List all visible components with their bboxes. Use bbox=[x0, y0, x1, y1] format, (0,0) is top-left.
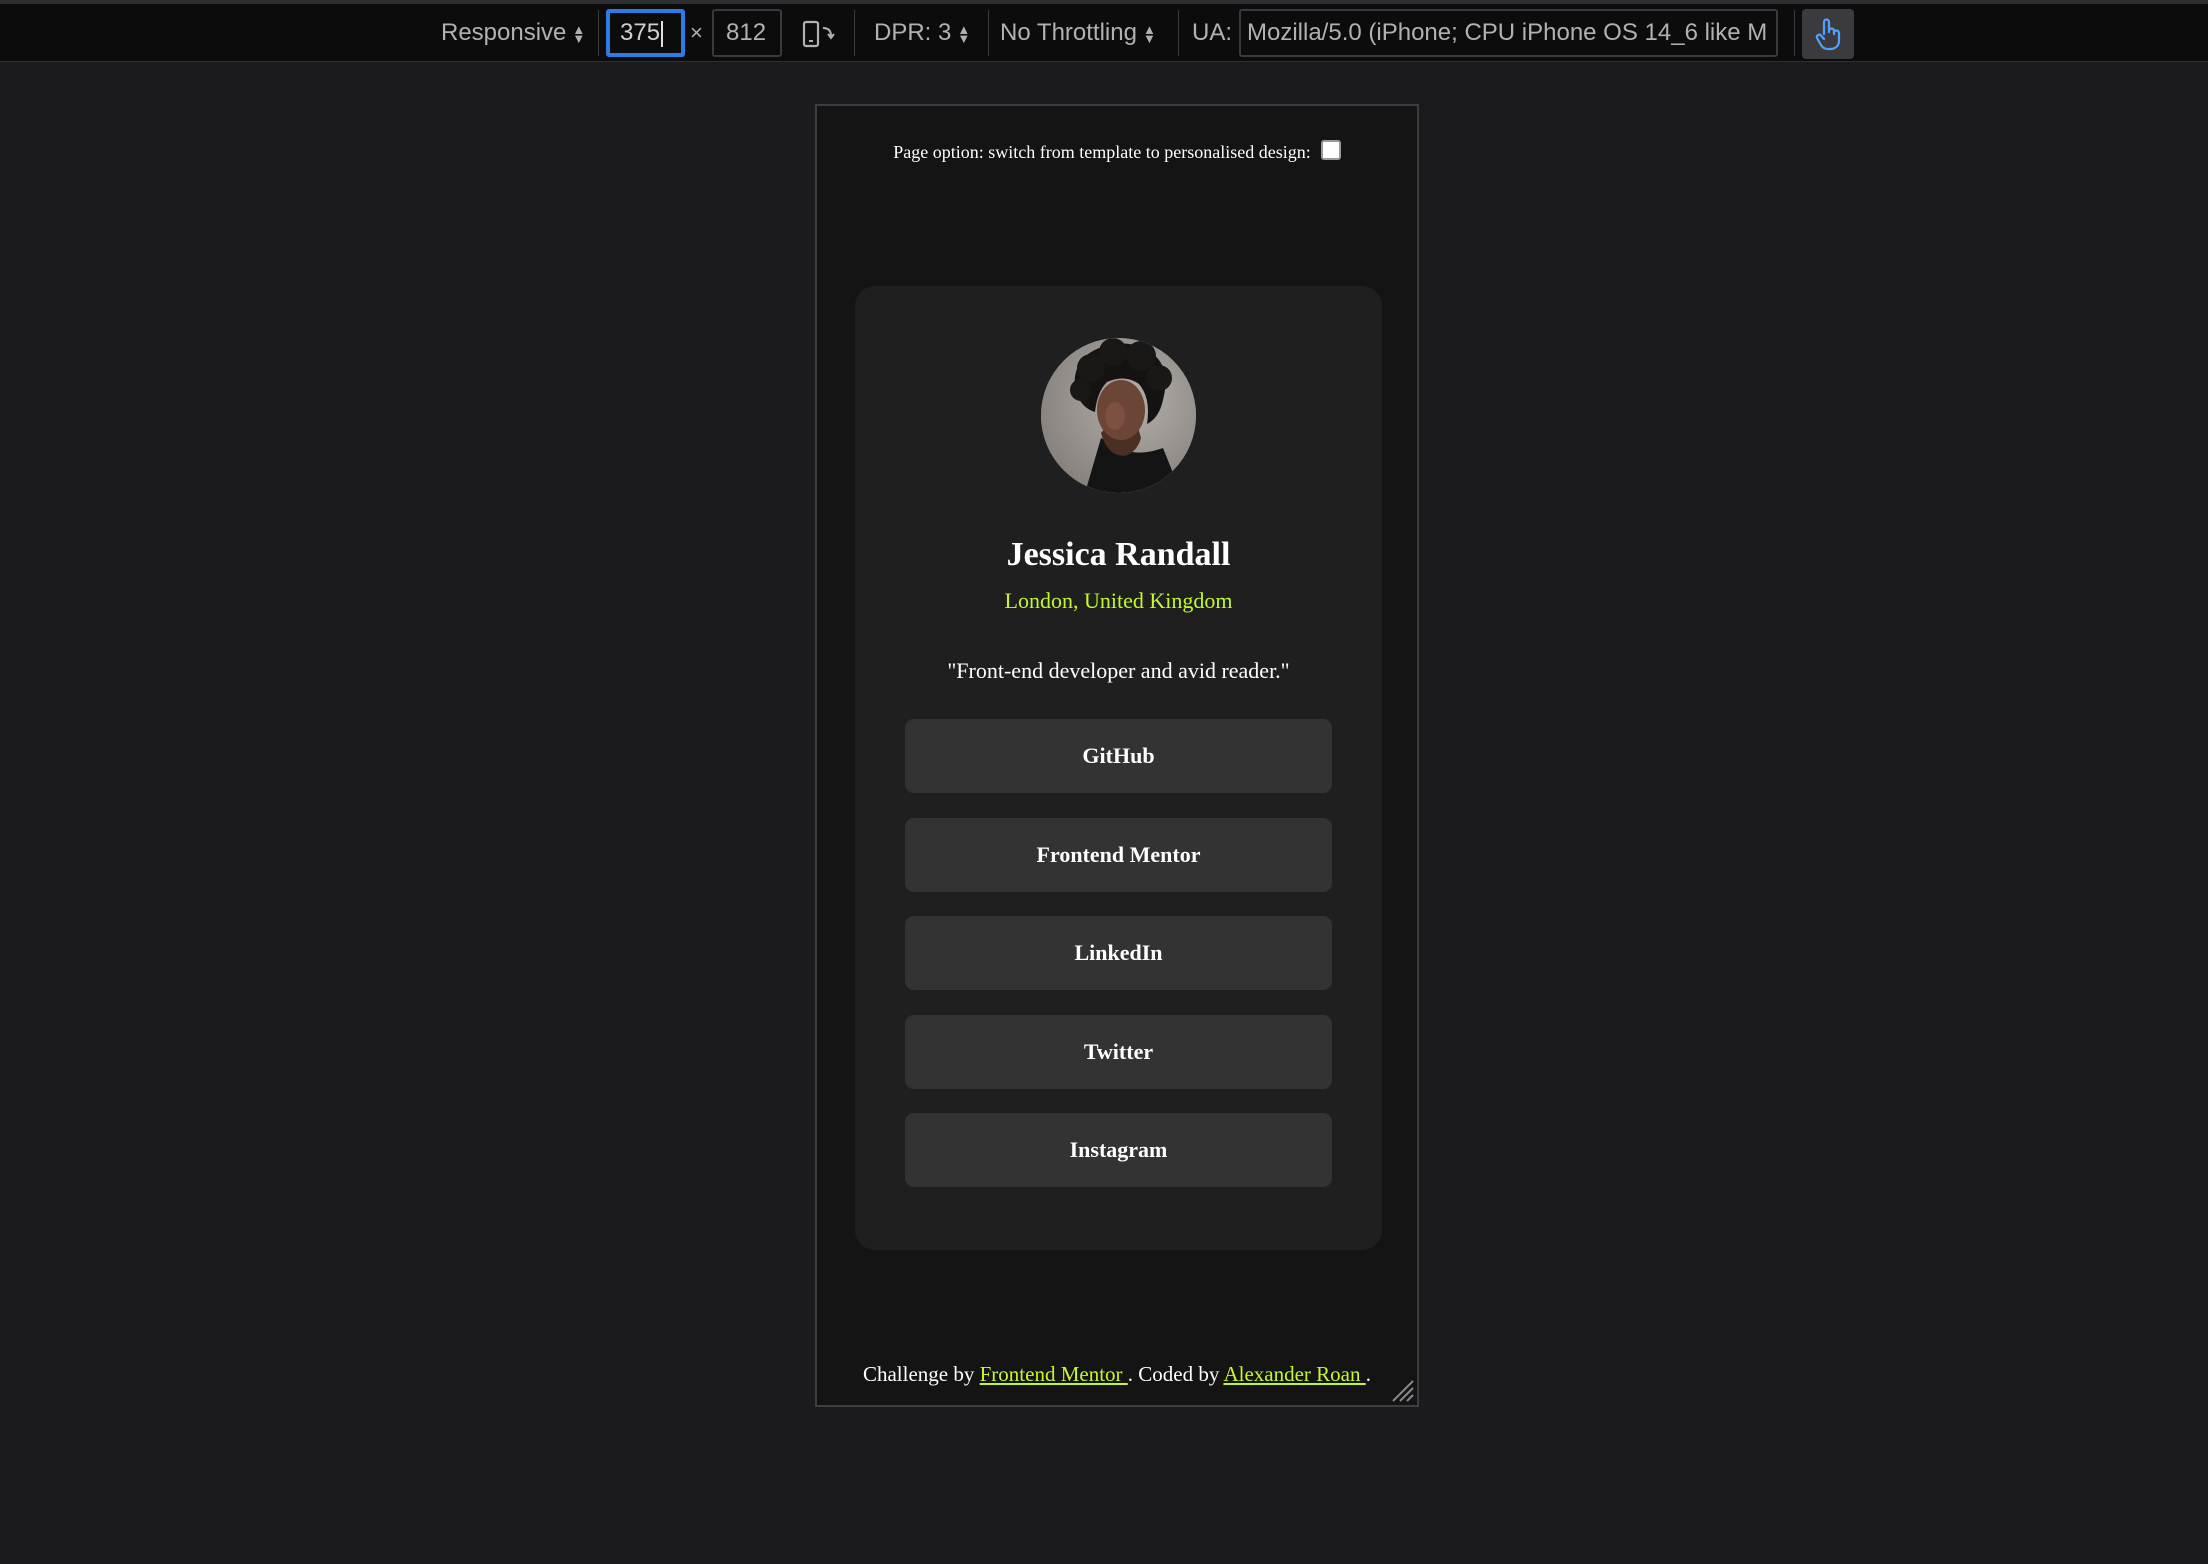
rotate-device-button[interactable] bbox=[802, 4, 836, 62]
profile-name: Jessica Randall bbox=[1006, 536, 1231, 573]
toolbar-divider bbox=[598, 10, 599, 56]
page-option-label: Page option: switch from template to per… bbox=[893, 142, 1311, 162]
dimension-separator: × bbox=[690, 20, 703, 45]
user-agent-value: Mozilla/5.0 (iPhone; CPU iPhone OS 14_6 … bbox=[1247, 19, 1768, 46]
up-down-arrows-icon: ▲ ▼ bbox=[1142, 21, 1156, 46]
profile-photo bbox=[1041, 338, 1196, 493]
throttling-selector-label: No Throttling bbox=[1000, 19, 1137, 46]
hand-pointer-icon bbox=[1815, 18, 1841, 51]
up-down-arrows-icon: ▲ ▼ bbox=[572, 21, 586, 46]
page-option-row: Page option: switch from template to per… bbox=[817, 140, 1417, 163]
rotate-device-icon bbox=[802, 20, 835, 47]
user-agent-input[interactable]: Mozilla/5.0 (iPhone; CPU iPhone OS 14_6 … bbox=[1239, 9, 1778, 57]
footer-middle: . Coded by bbox=[1127, 1362, 1224, 1386]
device-selector[interactable]: Responsive ▲ ▼ bbox=[441, 4, 585, 62]
viewport-width-value: 375 bbox=[620, 19, 661, 46]
profile-bio: "Front-end developer and avid reader." bbox=[947, 658, 1290, 683]
personalised-design-checkbox[interactable] bbox=[1320, 140, 1341, 160]
toolbar-divider bbox=[1794, 10, 1795, 56]
social-links: GitHub Frontend Mentor LinkedIn Twitter … bbox=[905, 719, 1332, 1212]
avatar bbox=[1041, 338, 1196, 493]
resize-handle-icon[interactable] bbox=[1389, 1377, 1415, 1403]
user-agent-label: UA: bbox=[1192, 19, 1233, 46]
dpr-selector-label: DPR: 3 bbox=[874, 19, 952, 46]
instagram-link-button[interactable]: Instagram bbox=[905, 1113, 1332, 1187]
author-attribution-link[interactable]: Alexander Roan bbox=[1223, 1362, 1365, 1386]
viewport-height-input[interactable]: 812 bbox=[712, 9, 782, 57]
viewport-height-value: 812 bbox=[726, 19, 767, 46]
profile-card: Jessica Randall London, United Kingdom "… bbox=[855, 286, 1382, 1250]
footer-prefix: Challenge by bbox=[862, 1362, 980, 1386]
frontend-mentor-link-button[interactable]: Frontend Mentor bbox=[905, 817, 1332, 892]
text-caret bbox=[661, 20, 664, 47]
frontend-mentor-attribution-link[interactable]: Frontend Mentor bbox=[980, 1362, 1128, 1386]
attribution-footer: Challenge by Frontend Mentor . Coded by … bbox=[817, 1362, 1417, 1387]
device-viewport: Page option: switch from template to per… bbox=[815, 104, 1419, 1407]
toolbar-divider bbox=[988, 10, 989, 56]
twitter-link-button[interactable]: Twitter bbox=[905, 1014, 1332, 1089]
profile-location: London, United Kingdom bbox=[1004, 588, 1233, 613]
responsive-design-toolbar: Responsive ▲ ▼ 375 × 812 DPR: 3 ▲ ▼ No Throt… bbox=[0, 4, 2208, 62]
touch-simulation-button[interactable] bbox=[1802, 9, 1854, 59]
up-down-arrows-icon: ▲ ▼ bbox=[957, 21, 971, 46]
viewport-width-input[interactable]: 375 bbox=[606, 9, 685, 57]
toolbar-divider bbox=[1178, 10, 1179, 56]
footer-suffix: . bbox=[1365, 1362, 1371, 1386]
device-selector-label: Responsive bbox=[441, 19, 567, 46]
github-link-button[interactable]: GitHub bbox=[905, 719, 1332, 793]
linkedin-link-button[interactable]: LinkedIn bbox=[905, 916, 1332, 990]
toolbar-divider bbox=[854, 10, 855, 56]
dpr-selector[interactable]: DPR: 3 ▲ ▼ bbox=[874, 4, 970, 62]
throttling-selector[interactable]: No Throttling ▲ ▼ bbox=[1000, 4, 1156, 62]
